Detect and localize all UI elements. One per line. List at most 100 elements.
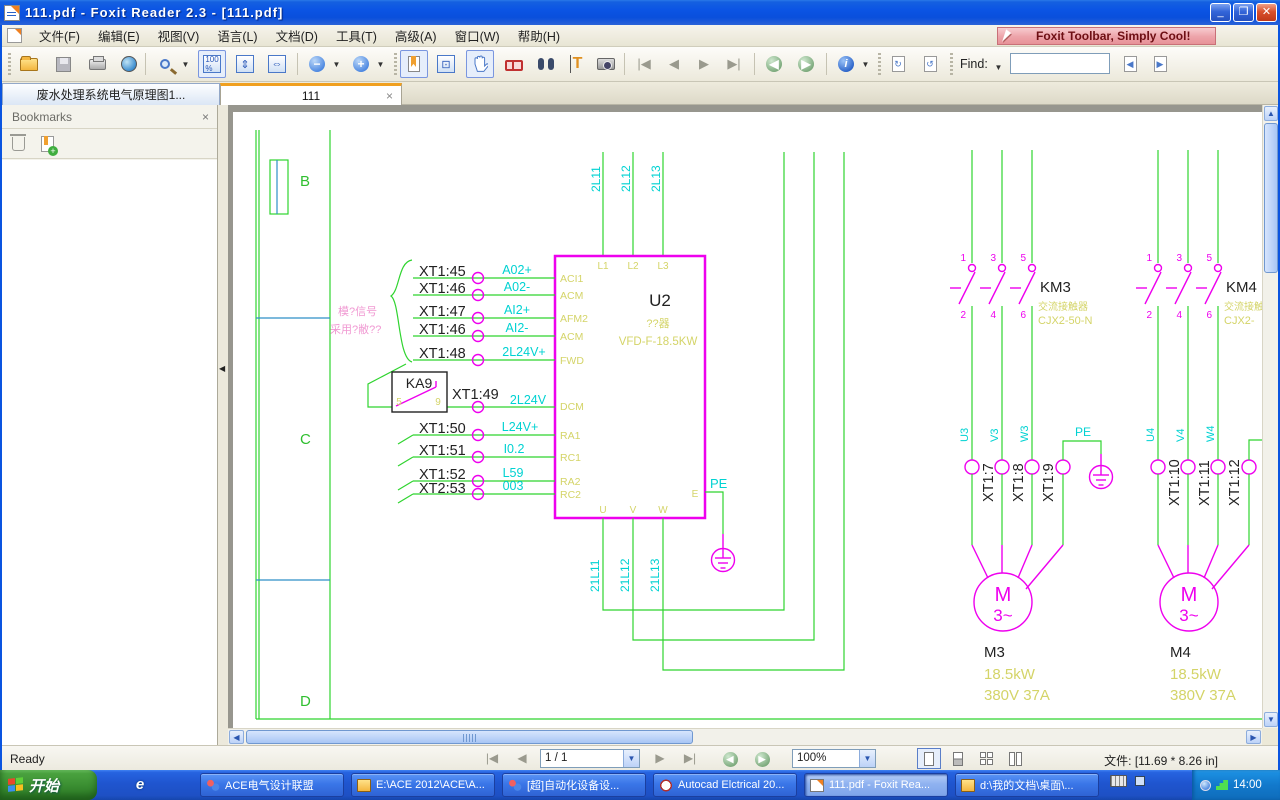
prev-page-button[interactable]: ◀ [512,749,532,767]
single-page-layout-button[interactable] [917,748,941,769]
single-page-icon [924,752,934,766]
search-button[interactable] [532,50,560,78]
network-tray-icon[interactable] [1216,780,1228,790]
taskbar-item-ace-forum[interactable]: ACE电气设计联盟 [200,773,344,797]
page-number-combo[interactable]: 1 / 1 ▼ [540,749,640,768]
language-options-icon[interactable] [1135,776,1145,786]
zoom-tool-dropdown[interactable]: ▼ [179,50,192,78]
menu-file[interactable]: 文件(F) [30,24,89,47]
vertical-scroll-thumb[interactable] [1264,123,1278,273]
toolbar-grip[interactable] [878,53,881,75]
first-page-button[interactable]: |◀ [482,749,502,767]
menu-language[interactable]: 语言(L) [208,24,266,47]
horizontal-scrollbar[interactable]: ◀ ▶ [228,728,1262,745]
prev-page-button[interactable]: ◀ [660,50,688,78]
first-page-button[interactable]: |◀ [630,50,658,78]
toolbar-grip[interactable] [950,53,953,75]
continuous-layout-button[interactable] [946,748,970,769]
fit-page-button[interactable]: ⇕ [231,50,259,78]
scroll-up-icon[interactable]: ▲ [1264,106,1278,121]
taskbar-item-foxit-reader[interactable]: 111.pdf - Foxit Rea... [804,773,948,797]
next-page-button[interactable]: ▶ [650,749,670,767]
pages-panel-button[interactable]: ⊡ [432,50,460,78]
zoom-combo[interactable]: 100% ▼ [792,749,876,768]
menu-document[interactable]: 文档(D) [267,24,327,47]
zoom-out-dropdown[interactable]: ▼ [330,50,343,78]
taskbar-item-automation-chat[interactable]: [超]自动化设备设... [502,773,646,797]
menu-edit[interactable]: 编辑(E) [89,24,149,47]
rotate-ccw-button[interactable]: ↺ [916,50,944,78]
horizontal-scroll-thumb[interactable] [246,730,693,744]
last-page-button[interactable]: ▶| [680,749,700,767]
next-page-button[interactable]: ▶ [690,50,718,78]
menu-view[interactable]: 视图(V) [149,24,209,47]
find-input[interactable] [1010,53,1110,74]
panel-splitter[interactable] [218,105,228,745]
add-bookmark-icon[interactable] [41,136,54,152]
rotate-cw-button[interactable]: ↻ [884,50,912,78]
vertical-scrollbar[interactable]: ▲ ▼ [1262,105,1279,728]
print-button[interactable] [83,50,111,78]
taskbar-item-explorer-desktop[interactable]: d:\我的文档\桌面\... [955,773,1099,797]
close-button[interactable]: ✕ [1256,3,1277,22]
foxit-toolbar-promo-banner[interactable]: Foxit Toolbar, Simply Cool! [997,27,1216,45]
facing-layout-button[interactable] [975,748,999,769]
snapshot-button[interactable] [592,50,620,78]
taskbar-item-autocad-electrical[interactable]: Autocad Elctrical 20... [653,773,797,797]
start-button[interactable]: 开始 [0,770,97,800]
delete-bookmark-icon[interactable] [12,137,25,151]
tab-wastewater-diagram[interactable]: 废水处理系统电气原理图1... [2,83,220,105]
fit-width-button[interactable]: ⇔ [263,50,291,78]
go-forward-button[interactable]: ▶ [752,749,772,767]
language-bar[interactable] [1110,775,1145,787]
tab-close-icon[interactable]: × [386,89,393,103]
keyboard-icon[interactable] [1110,775,1127,787]
continuous-facing-layout-button[interactable] [1004,748,1028,769]
actual-size-button[interactable]: 100% [198,50,226,78]
find-previous-button[interactable]: ◀ [1116,50,1144,78]
hand-tool-button[interactable] [466,50,494,78]
menu-help[interactable]: 帮助(H) [509,24,569,47]
clock[interactable]: 14:00 [1233,779,1262,791]
title-bar[interactable]: 111.pdf - Foxit Reader 2.3 - [111.pdf] _… [0,0,1280,25]
zoom-out-button[interactable]: − [303,50,331,78]
zoom-tool-button[interactable] [151,50,179,78]
toolbar-grip[interactable] [8,53,11,75]
go-back-button[interactable]: ◀ [760,50,788,78]
combo-dropdown-icon[interactable]: ▼ [623,750,639,767]
properties-button[interactable]: i [832,50,860,78]
menu-window[interactable]: 窗口(W) [446,24,509,47]
pin-l2: L2 [627,261,639,272]
tab-111-active[interactable]: 111 × [220,83,402,105]
bookmarks-toggle-button[interactable] [400,50,428,78]
combo-dropdown-icon[interactable]: ▼ [859,750,875,767]
minimize-button[interactable]: _ [1210,3,1231,22]
taskbar-item-explorer-ace[interactable]: E:\ACE 2012\ACE\A... [351,773,495,797]
zoom-in-dropdown[interactable]: ▼ [374,50,387,78]
menu-tools[interactable]: 工具(T) [327,24,386,47]
save-button[interactable] [49,50,77,78]
go-forward-button[interactable]: ▶ [792,50,820,78]
open-button[interactable] [15,50,43,78]
restore-button[interactable]: ❐ [1233,3,1254,22]
toolbar-grip[interactable] [394,53,397,75]
internet-explorer-icon[interactable]: e [132,777,148,793]
panel-close-icon[interactable]: × [202,110,209,124]
scroll-left-icon[interactable]: ◀ [229,730,244,744]
panel-collapse-button[interactable]: ◀ [219,360,227,378]
properties-dropdown[interactable]: ▼ [859,50,872,78]
document-view[interactable]: B C D 2L11 2L12 2L13 L1 L2 L3 ACI1 ACM A… [228,105,1262,728]
typewriter-button[interactable]: T [562,50,590,78]
zoom-in-button[interactable]: + [347,50,375,78]
signal-label: AI2+ [504,303,530,317]
last-page-button[interactable]: ▶| [720,50,748,78]
go-back-button[interactable]: ◀ [720,749,740,767]
menu-advanced[interactable]: 高级(A) [386,24,446,47]
volume-tray-icon[interactable] [1200,780,1211,791]
scroll-down-icon[interactable]: ▼ [1264,712,1278,727]
find-options-dropdown[interactable]: ▼ [992,53,1005,81]
email-button[interactable] [115,50,143,78]
select-text-button[interactable] [500,50,528,78]
find-next-button[interactable]: ▶ [1146,50,1174,78]
scroll-right-icon[interactable]: ▶ [1246,730,1261,744]
